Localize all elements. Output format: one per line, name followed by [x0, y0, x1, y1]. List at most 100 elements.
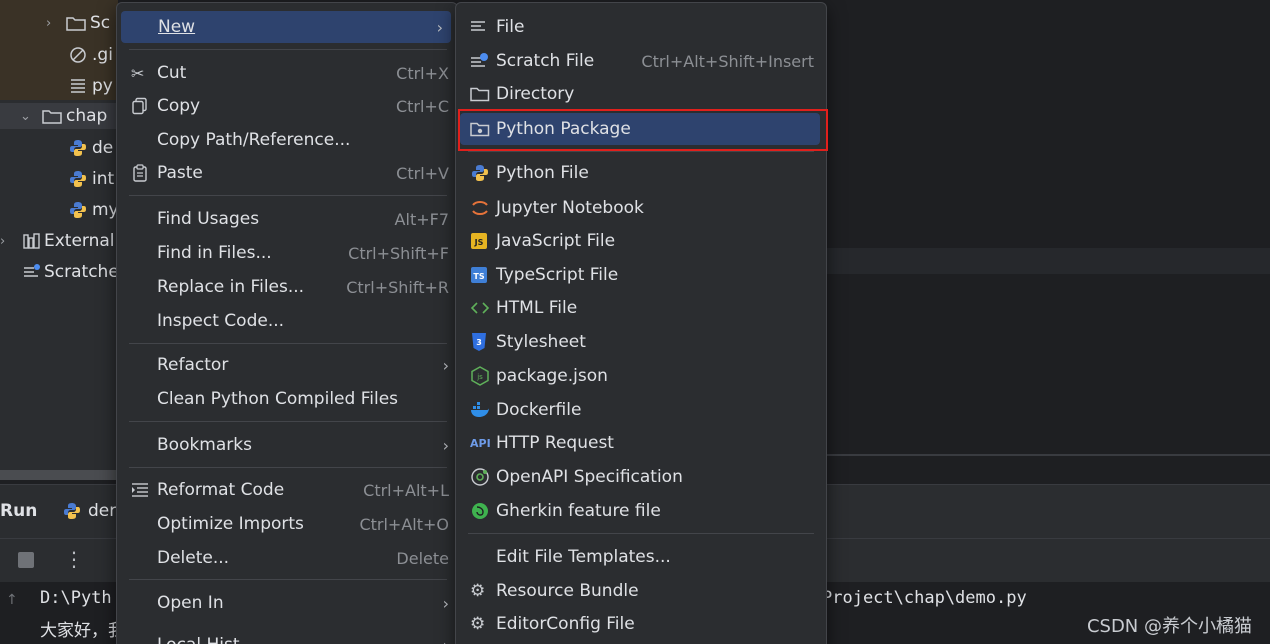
menu-item-paste[interactable]: Paste Ctrl+V	[131, 157, 449, 189]
editor-current-line	[826, 248, 1270, 274]
submenu-item-gherkin[interactable]: Gherkin feature file	[470, 495, 814, 527]
api-icon: API	[470, 436, 491, 450]
new-submenu: File Scratch File Ctrl+Alt+Shift+Insert …	[455, 2, 828, 644]
chevron-right-icon: ›	[443, 636, 449, 644]
tree-item-scratches[interactable]: Scratche	[22, 259, 119, 285]
directory-icon	[470, 86, 496, 102]
file-icon	[470, 19, 496, 35]
submenu-item-resource-bundle[interactable]: ⚙ Resource Bundle	[470, 575, 814, 607]
menu-item-cut[interactable]: ✂ Cut Ctrl+X	[131, 57, 449, 89]
python-icon	[70, 202, 86, 218]
console-line: 大家好，我	[40, 621, 125, 641]
tree-item-external-libraries[interactable]: › External	[0, 228, 115, 254]
run-tab[interactable]: der	[62, 501, 116, 521]
menu-item-bookmarks[interactable]: Bookmarks ›	[131, 429, 449, 461]
menu-item-refactor[interactable]: Refactor ›	[131, 349, 449, 381]
menu-separator	[468, 151, 814, 152]
svg-text:3: 3	[476, 338, 482, 347]
arrow-up-icon[interactable]: ↑	[6, 592, 18, 608]
submenu-item-openapi[interactable]: OpenAPI Specification	[470, 461, 814, 493]
run-panel-title: Run	[0, 501, 38, 521]
scissors-icon: ✂	[131, 63, 145, 83]
editor-divider	[826, 454, 1270, 456]
gitignore-icon	[70, 47, 86, 63]
python-icon	[470, 163, 496, 183]
menu-separator	[129, 343, 447, 344]
console-line: Project\chap\demo.py	[822, 588, 1027, 608]
gear-icon: ⚙	[470, 581, 486, 601]
tree-item-folder[interactable]: › Sc	[46, 10, 110, 36]
folder-icon	[66, 17, 86, 31]
submenu-item-edit-file-templates[interactable]: Edit File Templates...	[470, 541, 814, 573]
paste-icon	[131, 164, 157, 182]
submenu-item-python-file[interactable]: Python File	[470, 157, 814, 189]
submenu-item-scratch-file[interactable]: Scratch File Ctrl+Alt+Shift+Insert	[470, 45, 814, 77]
tree-item-python-file[interactable]: int	[68, 166, 114, 192]
menu-item-reformat-code[interactable]: Reformat Code Ctrl+Alt+L	[131, 474, 449, 506]
css-icon: 3	[470, 332, 496, 352]
menu-item-inspect-code[interactable]: Inspect Code...	[131, 305, 449, 337]
menu-item-find-in-files[interactable]: Find in Files... Ctrl+Shift+F	[131, 237, 449, 269]
folder-icon	[42, 110, 62, 124]
svg-text:js: js	[476, 373, 483, 381]
svg-text:TS: TS	[473, 272, 484, 281]
menu-item-local-history[interactable]: Local Hist ›	[131, 629, 449, 644]
tree-item-text-file[interactable]: py	[68, 73, 113, 99]
chevron-right-icon: ›	[436, 17, 443, 37]
menu-item-replace-in-files[interactable]: Replace in Files... Ctrl+Shift+R	[131, 271, 449, 303]
tree-item-python-file[interactable]: my	[68, 197, 119, 223]
python-icon	[64, 503, 80, 519]
copy-icon	[131, 97, 157, 115]
scratch-icon	[24, 264, 40, 277]
submenu-item-stylesheet[interactable]: 3 Stylesheet	[470, 326, 814, 358]
submenu-item-directory[interactable]: Directory	[470, 78, 814, 110]
text-file-icon	[71, 79, 85, 93]
chevron-right-icon: ›	[0, 233, 6, 249]
chevron-right-icon: ›	[442, 593, 449, 613]
menu-item-open-in[interactable]: Open In ›	[131, 587, 449, 619]
more-options-icon[interactable]: ⋮	[64, 547, 84, 571]
menu-item-optimize-imports[interactable]: Optimize Imports Ctrl+Alt+O	[131, 508, 449, 540]
menu-item-clean-compiled[interactable]: Clean Python Compiled Files	[131, 383, 449, 415]
menu-item-copy[interactable]: Copy Ctrl+C	[131, 90, 449, 122]
ide-window: › Sc .gi py ⌄ chap de int my › External …	[0, 0, 1270, 644]
svg-text:JS: JS	[474, 238, 484, 247]
library-icon	[23, 233, 40, 249]
tree-item-python-file[interactable]: de	[68, 135, 113, 161]
submenu-item-http-request[interactable]: API HTTP Request	[470, 427, 814, 459]
python-icon	[70, 140, 86, 156]
submenu-item-editorconfig[interactable]: ⚙ EditorConfig File	[470, 608, 814, 640]
watermark: CSDN @养个小橘猫	[1086, 616, 1252, 637]
menu-separator	[468, 533, 814, 534]
submenu-item-html-file[interactable]: HTML File	[470, 292, 814, 324]
menu-item-new[interactable]: New ›	[121, 11, 451, 43]
menu-item-delete[interactable]: Delete... Delete	[131, 542, 449, 574]
menu-separator	[129, 195, 447, 196]
python-icon	[70, 171, 86, 187]
submenu-item-package-json[interactable]: js package.json	[470, 360, 814, 392]
javascript-icon: JS	[470, 232, 496, 250]
chevron-down-icon: ⌄	[20, 108, 31, 124]
submenu-item-javascript-file[interactable]: JS JavaScript File	[470, 225, 814, 257]
menu-item-find-usages[interactable]: Find Usages Alt+F7	[131, 203, 449, 235]
menu-separator	[129, 579, 447, 580]
context-menu: New › ✂ Cut Ctrl+X Copy Ctrl+C Copy Path…	[116, 2, 458, 644]
stop-icon[interactable]	[18, 552, 34, 568]
tree-item-chap-folder[interactable]: ⌄ chap	[0, 103, 118, 129]
chevron-right-icon: ›	[442, 435, 449, 455]
console-line: D:\Pyth	[40, 588, 112, 608]
menu-item-copy-path[interactable]: Copy Path/Reference...	[131, 124, 449, 156]
submenu-item-dockerfile[interactable]: Dockerfile	[470, 394, 814, 426]
horizontal-scrollbar[interactable]	[0, 470, 118, 480]
submenu-item-jupyter-notebook[interactable]: Jupyter Notebook	[470, 192, 814, 224]
tree-item-gitignore[interactable]: .gi	[68, 42, 113, 68]
submenu-item-file[interactable]: File	[470, 11, 814, 43]
html-icon	[470, 300, 496, 316]
menu-separator	[129, 421, 447, 422]
reformat-icon	[131, 482, 157, 498]
submenu-item-typescript-file[interactable]: TS TypeScript File	[470, 259, 814, 291]
scratch-file-icon	[470, 52, 496, 70]
menu-separator	[129, 467, 447, 468]
gear-icon: ⚙	[470, 614, 486, 634]
openapi-icon	[470, 467, 496, 487]
